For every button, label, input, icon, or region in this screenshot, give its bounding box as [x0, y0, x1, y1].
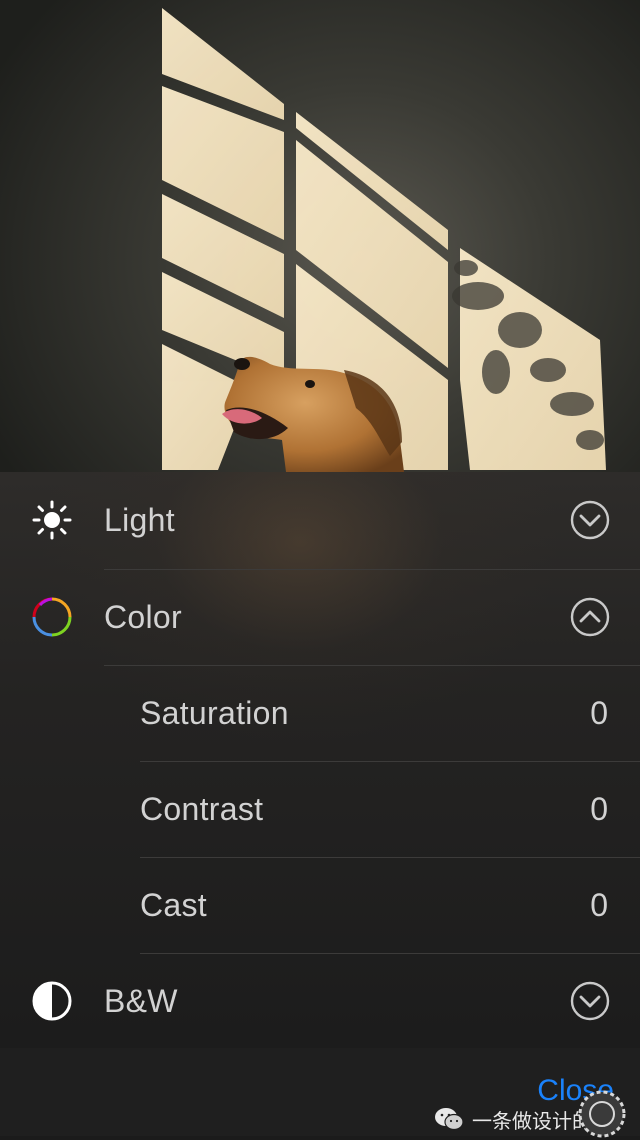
adjustment-light-row[interactable]: Light	[0, 472, 640, 568]
sun-icon	[32, 500, 72, 540]
adjustments-panel: Light Color Saturation 0 Contrast 0 Cast…	[0, 472, 640, 1048]
cast-label: Cast	[140, 887, 207, 923]
bottom-toolbar: Close 一条做设计的狗	[0, 1048, 640, 1138]
wechat-icon	[435, 1108, 464, 1131]
cast-value: 0	[590, 887, 608, 923]
saturation-label: Saturation	[140, 695, 289, 731]
adjustment-light-label: Light	[104, 502, 175, 538]
adjustment-color-label: Color	[104, 599, 182, 635]
saturation-value: 0	[590, 695, 608, 731]
chevron-down-icon[interactable]	[570, 500, 610, 540]
chevron-down-icon[interactable]	[570, 981, 610, 1021]
color-contrast-row[interactable]: Contrast 0	[0, 761, 640, 857]
contrast-label: Contrast	[140, 791, 264, 827]
adjustment-bw-row[interactable]: B&W	[0, 953, 640, 1049]
half-circle-icon	[32, 981, 72, 1021]
color-saturation-row[interactable]: Saturation 0	[0, 665, 640, 761]
contrast-value: 0	[590, 791, 608, 827]
photo-preview	[0, 0, 640, 472]
chevron-up-icon[interactable]	[570, 597, 610, 637]
adjustment-bw-label: B&W	[104, 983, 178, 1019]
gear-badge-icon	[578, 1090, 626, 1138]
color-wheel-icon	[32, 597, 72, 637]
adjustment-color-row[interactable]: Color	[0, 569, 640, 665]
color-cast-row[interactable]: Cast 0	[0, 857, 640, 953]
watermark: 一条做设计的狗	[434, 1090, 626, 1138]
photo-image	[162, 8, 606, 472]
